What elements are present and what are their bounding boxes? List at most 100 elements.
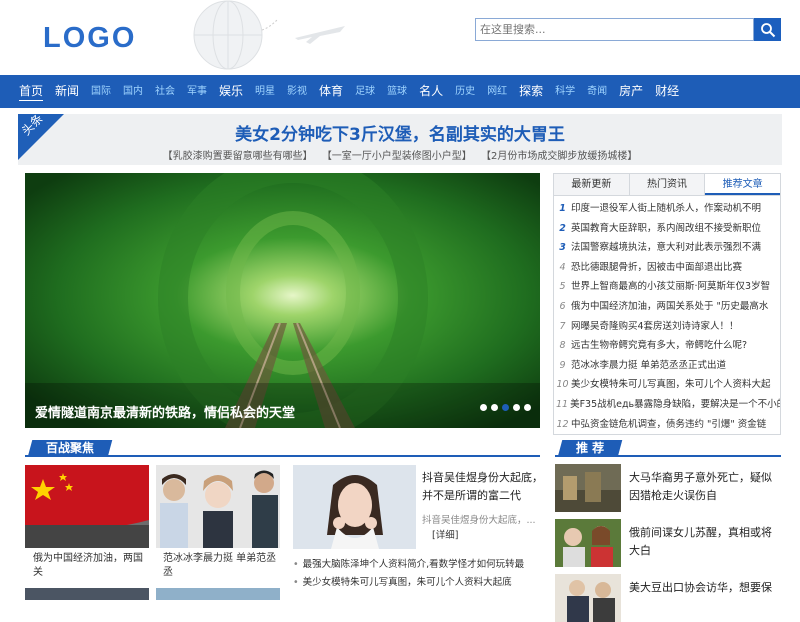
nav-item[interactable]: 房产 (613, 75, 649, 108)
news-rank-number: 9 (559, 359, 566, 371)
news-title: 美少女模特朱可儿写真图，朱可儿个人资料大起 (571, 379, 771, 391)
site-logo[interactable]: LOGO (43, 22, 136, 55)
nav-item[interactable]: 探索 (513, 75, 549, 108)
woman-portrait-image (293, 465, 416, 549)
nav-item[interactable]: 影视 (281, 75, 313, 108)
slider-dot[interactable] (480, 404, 487, 411)
slider-dot[interactable] (513, 404, 520, 411)
recommend-title: 大马华裔男子意外死亡，疑似因猎枪走火误伤自 (629, 471, 772, 502)
flag-thumbnail[interactable] (25, 465, 149, 548)
news-title: 网曝吴奇隆购买4套房送刘诗诗家人！！ (571, 320, 739, 332)
site-header: LOGO (0, 0, 800, 75)
news-list-item[interactable]: 9 范冰冰李晨力挺 单弟范丞丞正式出道 (556, 356, 780, 376)
recommend-item[interactable]: 俄前间谍女儿苏醒，真相或将大白 (555, 519, 781, 567)
search-input[interactable] (475, 18, 754, 41)
nav-item[interactable]: 网红 (481, 75, 513, 108)
news-list-item[interactable]: 4 恐比德跟腿骨折，因被击中面部退出比赛 (556, 258, 780, 278)
news-list-item[interactable]: 6 俄为中国经济加油，两国关系处于 "历史最高水 (556, 297, 780, 317)
search-button[interactable] (754, 18, 781, 41)
image-slider[interactable]: 爱情隧道南京最清新的铁路，情侣私会的天堂 (25, 173, 540, 428)
thumbnail[interactable] (156, 588, 280, 600)
nav-item[interactable]: 篮球 (381, 75, 413, 108)
news-list-item[interactable]: 2 英国教育大臣辞职，系内阁改组不接受新职位 (556, 219, 780, 239)
slider-caption[interactable]: 爱情隧道南京最清新的铁路，情侣私会的天堂 (35, 402, 295, 421)
headline-link[interactable]: 【2月份市场成交脚步放缓扬城楼】 (481, 151, 637, 162)
news-title: 印度一退役军人街上随机杀人，作案动机不明 (571, 203, 762, 214)
recommend-item[interactable]: 美大豆出口协会访华，想要保 (555, 574, 781, 622)
headline-links: 【乳胶漆购置要留意哪些有哪些】 【一室一厅小户型装修图小户型】 【2月份市场成交… (18, 147, 782, 162)
news-rank-number: 11 (556, 398, 569, 410)
news-rank-number: 7 (559, 320, 566, 332)
headline-title[interactable]: 美女2分钟吃下3斤汉堡，名副其实的大胃王 (18, 120, 782, 145)
nav-item[interactable]: 足球 (349, 75, 381, 108)
nav-item[interactable]: 新闻 (49, 75, 85, 108)
celebrity-thumbnail[interactable] (156, 465, 280, 548)
nav-item[interactable]: 历史 (449, 75, 481, 108)
nav-item[interactable]: 国际 (85, 75, 117, 108)
tab-recommended[interactable]: 推荐文章 (705, 174, 781, 195)
nav-item[interactable]: 首页 (13, 75, 49, 108)
nav-item[interactable]: 军事 (181, 75, 213, 108)
news-title: 美F35战机едь暴露隐身缺陷，要解决是一个不小的挑 (570, 398, 780, 410)
plane-icon (295, 26, 345, 44)
china-flag-image (25, 465, 149, 548)
news-list-item[interactable]: 5 世界上智商最高的小孩艾丽斯·阿莫斯年仅3岁智 (556, 277, 780, 297)
focus-list-item[interactable]: 美少女模特朱可儿写真图，朱可儿个人资料大起底 (293, 574, 524, 592)
news-list-item[interactable]: 7 网曝吴奇隆购买4套房送刘诗诗家人！！ (556, 317, 780, 337)
nav-item[interactable]: 明星 (249, 75, 281, 108)
recommend-image (555, 464, 621, 512)
nav-item[interactable]: 名人 (413, 75, 449, 108)
nav-item[interactable]: 社会 (149, 75, 181, 108)
focus-caption[interactable]: 范冰冰李晨力挺 单弟范丞丞 (163, 552, 278, 580)
tree-tunnel-photo (25, 173, 540, 428)
focus-caption[interactable]: 俄为中国经济加油，两国关 (33, 552, 143, 580)
nav-item[interactable]: 娱乐 (213, 75, 249, 108)
news-list-item[interactable]: 3 法国警察越境执法，意大利对此表示强烈不满 (556, 238, 780, 258)
news-title: 俄为中国经济加油，两国关系处于 "历史最高水 (571, 300, 769, 312)
news-rank-number: 2 (559, 222, 566, 234)
recommend-section-title: 推 荐 (576, 441, 605, 455)
news-title: 中弘资金链危机调查，债务违约 "引爆" 资金链 (571, 418, 767, 430)
slider-dot-active[interactable] (502, 404, 509, 411)
feature-thumbnail[interactable] (293, 465, 416, 549)
feature-more-link[interactable]: [详细] (432, 527, 458, 541)
focus-section-title: 百战聚焦 (46, 441, 95, 455)
news-list-item[interactable]: 12 中弘资金链危机调查，债务违约 "引爆" 资金链 (556, 415, 780, 435)
slider-dot[interactable] (491, 404, 498, 411)
tab-hot[interactable]: 热门资讯 (630, 174, 706, 195)
news-rank-number: 8 (559, 340, 566, 352)
nav-item[interactable]: 体育 (313, 75, 349, 108)
search-bar (475, 18, 781, 41)
recommend-item[interactable]: 大马华裔男子意外死亡，疑似因猎枪走火误伤自 (555, 464, 781, 512)
celebrity-collage-image (156, 465, 280, 548)
news-rank-number: 5 (559, 281, 566, 293)
news-list: 1 印度一退役军人街上随机杀人，作案动机不明 2 英国教育大臣辞职，系内阁改组不接受新… (554, 196, 780, 434)
focus-list-item[interactable]: 最强大脑陈泽坤个人资料简介,看数学怪才如何玩转最 (293, 556, 525, 574)
news-rank-number: 6 (559, 300, 566, 312)
nav-item[interactable]: 奇闻 (581, 75, 613, 108)
news-list-item[interactable]: 8 远古生物帝鳄究竟有多大，帝鳄吃什么呢? (556, 336, 780, 356)
news-title: 恐比德跟腿骨折，因被击中面部退出比赛 (571, 261, 743, 273)
news-list-item[interactable]: 11 美F35战机едь暴露隐身缺陷，要解决是一个不小的挑 (556, 395, 780, 415)
slider-dots (480, 404, 531, 411)
news-list-item[interactable]: 10 美少女模特朱可儿写真图，朱可儿个人资料大起 (556, 375, 780, 395)
news-rank-number: 10 (556, 379, 569, 391)
news-title: 世界上智商最高的小孩艾丽斯·阿莫斯年仅3岁智 (571, 281, 771, 293)
main-nav: 首页 新闻 国际 国内 社会 军事 娱乐 明星 影视 体育 足球 篮球 名人 历史 网红 探索 科学 奇闻 房产 财经 (0, 75, 800, 108)
recommend-section-header: 推 荐 (555, 440, 781, 457)
focus-section-header: 百战聚焦 (25, 440, 540, 457)
headline-link[interactable]: 【一室一厅小户型装修图小户型】 (322, 151, 472, 162)
news-list-item[interactable]: 1 印度一退役军人街上随机杀人，作案动机不明 (556, 199, 780, 219)
nav-item[interactable]: 国内 (117, 75, 149, 108)
thumbnail[interactable] (25, 588, 149, 600)
slider-dot[interactable] (524, 404, 531, 411)
news-title: 英国教育大臣辞职，系内阁改组不接受新职位 (571, 222, 762, 234)
recommend-title: 美大豆出口协会访华，想要保 (629, 581, 772, 594)
tab-latest[interactable]: 最新更新 (554, 174, 630, 195)
nav-item[interactable]: 科学 (549, 75, 581, 108)
nav-item[interactable]: 财经 (649, 75, 685, 108)
feature-title[interactable]: 抖音吴佳煜身份大起底，并不是所谓的富二代 (422, 469, 544, 505)
news-rank-number: 3 (559, 242, 566, 254)
news-tabs-panel: 最新更新 热门资讯 推荐文章 1 印度一退役军人街上随机杀人，作案动机不明 2 英国教… (553, 173, 781, 435)
headline-link[interactable]: 【乳胶漆购置要留意哪些有哪些】 (163, 151, 313, 162)
